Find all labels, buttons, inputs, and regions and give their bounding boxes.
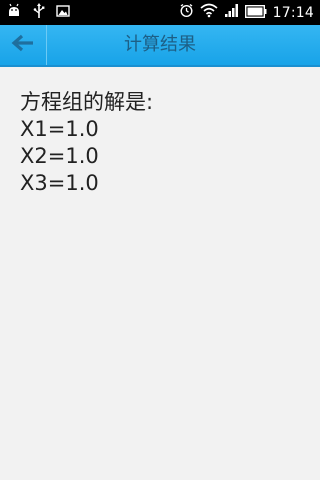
image-icon <box>56 3 70 22</box>
battery-icon <box>244 3 267 22</box>
usb-icon <box>32 2 46 23</box>
page-title: 计算结果 <box>124 34 196 55</box>
result-line-x1: X1=1.0 <box>20 117 99 141</box>
signal-icon <box>224 3 239 22</box>
result-heading: 方程组的解是: <box>20 90 154 114</box>
system-icons: 17:14 <box>179 3 314 22</box>
alarm-icon <box>179 3 194 22</box>
back-arrow-icon <box>11 34 35 56</box>
notification-icons <box>6 2 70 23</box>
result-line-x3: X3=1.0 <box>20 171 99 195</box>
result-line-x2: X2=1.0 <box>20 144 99 168</box>
android-debug-icon <box>6 3 22 23</box>
wifi-icon <box>200 3 218 22</box>
action-bar: 计算结果 <box>0 25 320 67</box>
status-bar: 17:14 <box>0 0 320 25</box>
status-time: 17:14 <box>272 4 314 21</box>
back-button[interactable] <box>0 25 47 65</box>
result-content: 方程组的解是: X1=1.0 X2=1.0 X3=1.0 <box>20 89 310 197</box>
